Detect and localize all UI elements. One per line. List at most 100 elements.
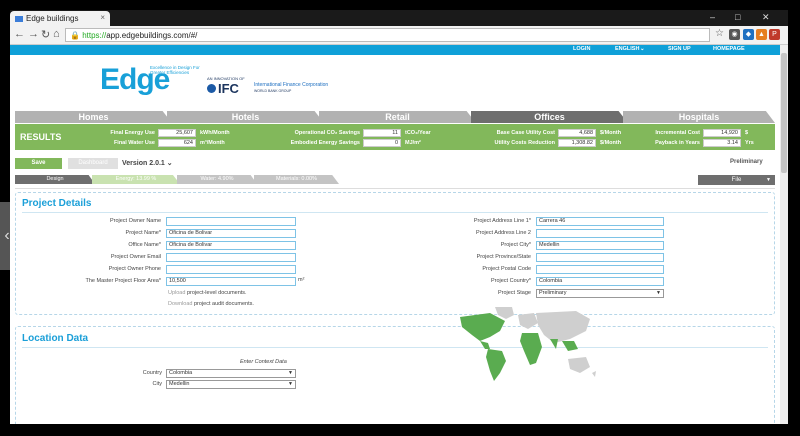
postal-code-input[interactable]	[536, 265, 664, 274]
tab-retail[interactable]: Retail	[319, 111, 476, 123]
result-unit: $/Month	[600, 140, 622, 146]
dashboard-button[interactable]: Dashboard	[68, 158, 118, 169]
forward-icon[interactable]: →	[28, 28, 39, 40]
ifc-text: IFC	[218, 81, 239, 96]
result-value: 0	[363, 139, 401, 147]
result-label: Utility Costs Reduction	[494, 140, 555, 146]
field-label: Country	[142, 370, 162, 376]
area-unit: m²	[298, 277, 305, 283]
bookmark-star-icon[interactable]: ☆	[715, 28, 724, 39]
result-label: Operational CO₂ Savings	[294, 130, 360, 136]
world-map[interactable]	[450, 305, 600, 385]
upload-link[interactable]: Upload	[168, 290, 185, 296]
owner-email-input[interactable]	[166, 253, 296, 262]
field-label: City	[152, 381, 162, 387]
floor-area-input[interactable]: 10,500	[166, 277, 296, 286]
download-link[interactable]: Download	[168, 301, 192, 307]
pinterest-icon[interactable]: P	[769, 29, 780, 40]
step-water[interactable]: Water: 4.90%	[177, 175, 257, 184]
field-label: Project Address Line 2	[475, 230, 531, 236]
project-name-input[interactable]: Oficina de Bolivar	[166, 229, 296, 238]
browser-tab[interactable]: Edge buildings ×	[10, 11, 110, 26]
upload-row: Upload project-level documents.	[168, 290, 247, 296]
url-host: app.edgebuildings.com/#/	[106, 31, 198, 40]
field-label: Project Province/State	[476, 254, 531, 260]
window-minimize-icon[interactable]: –	[710, 12, 715, 22]
caret-down-icon: ▼	[766, 177, 771, 183]
city-input[interactable]: Medellin	[536, 241, 664, 250]
result-label: Embodied Energy Savings	[290, 140, 360, 146]
save-button[interactable]: Save	[15, 158, 62, 169]
caret-down-icon: ▼	[656, 290, 661, 296]
address-line2-input[interactable]	[536, 229, 664, 238]
city-select[interactable]: Medellin ▼	[166, 380, 296, 389]
address-bar: ← → ↻ ⌂ 🔒 https://app.edgebuildings.com/…	[10, 26, 788, 45]
edge-logo[interactable]: Edge Excellence in Design For Greater Ef…	[100, 63, 200, 97]
map-europe	[518, 313, 538, 329]
result-value: 624	[158, 139, 196, 147]
owner-name-input[interactable]	[166, 217, 296, 226]
country-input[interactable]: Colombia	[536, 277, 664, 286]
window-maximize-icon[interactable]: □	[735, 12, 740, 22]
field-label: Project Owner Name	[109, 218, 161, 224]
login-link[interactable]: LOGIN	[573, 46, 590, 52]
tab-hospitals[interactable]: Hospitals	[623, 111, 775, 123]
field-label: Project Name*	[125, 230, 161, 236]
favicon-icon	[15, 16, 23, 22]
tab-hotels[interactable]: Hotels	[167, 111, 324, 123]
scrollbar-thumb[interactable]	[781, 53, 787, 173]
home-icon[interactable]: ⌂	[53, 28, 60, 40]
owner-phone-input[interactable]	[166, 265, 296, 274]
scrollbar[interactable]	[780, 45, 788, 424]
window-close-icon[interactable]: ✕	[762, 12, 770, 23]
map-new-zealand	[592, 371, 596, 377]
reload-icon[interactable]: ↻	[41, 28, 50, 41]
field-label: Project Owner Phone	[108, 266, 161, 272]
section-rule	[22, 212, 768, 213]
result-value: 1,308.82	[558, 139, 596, 147]
result-unit: $/Month	[600, 130, 622, 136]
language-select[interactable]: ENGLISH	[615, 46, 639, 52]
chevron-down-icon: ⌄	[166, 160, 173, 167]
divider	[15, 188, 775, 189]
country-select[interactable]: Colombia ▼	[166, 369, 296, 378]
step-materials[interactable]: Materials: 0.00%	[254, 175, 339, 184]
file-button[interactable]: File ▼	[698, 175, 775, 185]
caret-down-icon: ▼	[288, 381, 293, 387]
step-energy[interactable]: Energy: 13.99 %	[92, 175, 180, 184]
extension-icon[interactable]: ◉	[729, 29, 740, 40]
extension-icon[interactable]: ▲	[756, 29, 767, 40]
result-value: 11	[363, 129, 401, 137]
version-select[interactable]: Version 2.0.1 ⌄	[122, 159, 173, 167]
step-design[interactable]: Design	[15, 175, 95, 184]
result-value: 3.14	[703, 139, 741, 147]
map-australia	[568, 357, 590, 373]
result-label: Base Case Utility Cost	[496, 130, 555, 136]
page: LOGIN ENGLISH ⌄ SIGN UP HOMEPAGE Edge Ex…	[10, 45, 780, 424]
signup-link[interactable]: SIGN UP	[668, 46, 691, 52]
field-label: Project Owner Email	[110, 254, 161, 260]
field-label: Project Country*	[490, 278, 531, 284]
browser-window: Edge buildings × – □ ✕ ← → ↻ ⌂ 🔒 https:/…	[10, 10, 788, 424]
address-line1-input[interactable]: Carrera 46	[536, 217, 664, 226]
field-label: The Master Project Floor Area*	[85, 278, 161, 284]
tab-offices[interactable]: Offices	[471, 111, 628, 123]
section-title: Project Details	[22, 198, 92, 209]
extension-icon[interactable]: ◆	[743, 29, 754, 40]
tab-homes[interactable]: Homes	[15, 111, 172, 123]
field-label: Office Name*	[128, 242, 161, 248]
map-north-america	[460, 313, 505, 341]
enter-context-link[interactable]: Enter Context Data	[240, 359, 287, 365]
field-label: Project City*	[500, 242, 531, 248]
project-stage-select[interactable]: Preliminary ▼	[536, 289, 664, 298]
map-india	[550, 339, 558, 349]
result-label: Final Water Use	[113, 140, 155, 146]
download-row: Download project audit documents.	[168, 301, 254, 307]
back-icon[interactable]: ←	[14, 28, 25, 40]
homepage-link[interactable]: HOMEPAGE	[713, 46, 745, 52]
url-input[interactable]: 🔒 https://app.edgebuildings.com/#/	[65, 28, 710, 42]
province-input[interactable]	[536, 253, 664, 262]
field-label: Project Address Line 1*	[473, 218, 531, 224]
close-tab-icon[interactable]: ×	[100, 13, 105, 22]
office-name-input[interactable]: Oficina de Bolivar	[166, 241, 296, 250]
